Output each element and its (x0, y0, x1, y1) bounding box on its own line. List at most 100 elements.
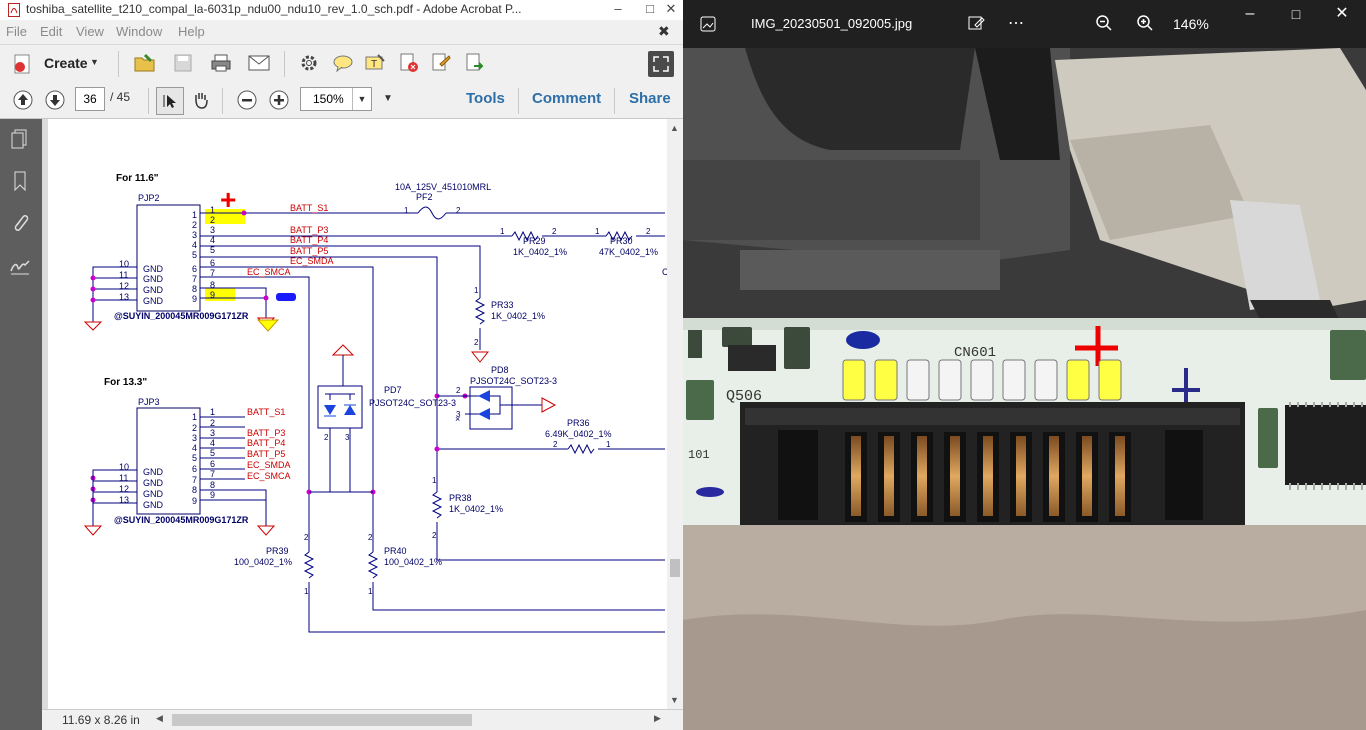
gear-icon[interactable] (296, 50, 322, 76)
pin-num: 2 (368, 533, 373, 542)
pin-num: 2 (553, 440, 558, 449)
gnd-label: GND (143, 264, 164, 274)
pin-num-out: 4 (210, 438, 215, 448)
connector-part-pjp2: @SUYIN_200045MR009G171ZR (114, 311, 249, 321)
open-folder-icon[interactable] (132, 50, 158, 76)
pin-num: 1 (500, 227, 505, 236)
gnd-label: GND (143, 296, 164, 306)
pin-num: 1 (368, 587, 373, 596)
horizontal-scroll-thumb[interactable] (172, 714, 472, 726)
document-close-icon[interactable]: ✖ (658, 23, 670, 40)
minimize-button[interactable]: – (600, 0, 636, 20)
document-view[interactable]: For 11.6" PJP2 + 1 2 3 4 5 6 7 8 9 1 2 3… (42, 119, 667, 709)
comment-icon[interactable] (330, 50, 356, 76)
zoom-out-icon[interactable] (1093, 14, 1115, 34)
bookmarks-icon[interactable] (8, 169, 32, 193)
pin-num-out: 3 (210, 225, 215, 235)
scroll-down-icon[interactable]: ▼ (670, 695, 679, 705)
zoom-select[interactable]: 150% ▼ (300, 87, 372, 111)
chevron-down-icon[interactable]: ▼ (352, 88, 371, 110)
pjp3-net-labels: BATT_S1 BATT_P3 BATT_P4 BATT_P5 EC_SMDA … (247, 407, 291, 481)
email-icon[interactable] (246, 50, 272, 76)
next-page-icon[interactable] (42, 87, 68, 113)
create-button[interactable]: Create (44, 55, 88, 71)
fullscreen-icon[interactable] (648, 51, 674, 77)
pin-num: 8 (192, 485, 197, 495)
menu-view[interactable]: View (76, 24, 104, 39)
minimize-button[interactable]: – (1239, 4, 1261, 24)
maximize-button[interactable]: □ (1285, 4, 1307, 24)
resistor-ref: PR40 (384, 546, 407, 556)
acrobat-title-bar: toshiba_satellite_t210_compal_la-6031p_n… (0, 0, 683, 20)
zoom-in-icon[interactable] (1134, 14, 1156, 34)
pin-num-out: 5 (210, 448, 215, 458)
gnd-label: GND (143, 500, 164, 510)
toolbar-options-icon[interactable]: ▼ (383, 93, 393, 104)
pin-num: 3 (345, 433, 350, 442)
pin-num: 2 (304, 533, 309, 542)
window-title: toshiba_satellite_t210_compal_la-6031p_n… (26, 2, 522, 16)
resistor-ref: PR29 (523, 236, 546, 246)
pdf-file-icon (8, 3, 20, 17)
print-icon[interactable] (208, 50, 234, 76)
diode-part: PJSOT24C_SOT23-3 (470, 376, 557, 386)
fuse-part: 10A_125V_451010MRL (395, 182, 491, 192)
photo-filename: IMG_20230501_092005.jpg (751, 16, 913, 31)
pin-num-out: 1 (210, 407, 215, 417)
circuit-board-photo: Q506 CN601 101 (683, 48, 1366, 730)
resistor-ref: PR36 (567, 418, 590, 428)
section-title-11-6: For 11.6" (116, 173, 159, 184)
ground-highlight (256, 319, 280, 332)
vertical-scrollbar[interactable]: ▲ ▼ (667, 119, 683, 709)
edit-image-icon[interactable] (965, 14, 987, 34)
attachments-icon[interactable] (8, 211, 32, 235)
page-number-input[interactable]: 36 (75, 87, 105, 111)
menu-help[interactable]: Help (178, 24, 205, 39)
hand-tool-icon[interactable] (188, 87, 214, 113)
menu-file[interactable]: File (6, 24, 27, 39)
zoom-in-icon[interactable] (266, 87, 292, 113)
scroll-thumb[interactable] (670, 559, 680, 577)
menu-edit[interactable]: Edit (40, 24, 62, 39)
scroll-left-icon[interactable]: ◀ (156, 713, 163, 724)
select-tool-icon[interactable] (156, 87, 184, 115)
connector-contacts (842, 359, 1122, 401)
diode-pd7 (317, 385, 363, 429)
blue-mark (276, 293, 296, 301)
export-icon[interactable] (462, 50, 488, 76)
menu-window[interactable]: Window (116, 24, 162, 39)
scroll-right-icon[interactable]: ▶ (654, 713, 661, 724)
menu-bar: File Edit View Window Help ✖ (0, 22, 683, 42)
toolbar-separator (518, 88, 519, 114)
pin-num: 2 (646, 227, 651, 236)
resistor-ref: PR30 (610, 236, 633, 246)
pin-num-out: 8 (210, 480, 215, 490)
pin-num-out: 3 (210, 428, 215, 438)
tools-pane-button[interactable]: Tools (466, 90, 505, 107)
connector-ref-pjp3: PJP3 (138, 397, 160, 407)
sign-icon[interactable] (428, 50, 454, 76)
share-pane-button[interactable]: Share (629, 90, 671, 107)
pin-num: 3 (192, 230, 197, 240)
page-thumbnails-icon[interactable] (8, 127, 32, 151)
silk-label: 101 (688, 448, 710, 462)
previous-page-icon[interactable] (10, 87, 36, 113)
save-icon[interactable] (170, 50, 196, 76)
photo-view[interactable]: Q506 CN601 101 (683, 48, 1366, 730)
diode-ref: PD7 (384, 385, 402, 395)
more-options-icon[interactable]: ⋯ (1005, 14, 1027, 34)
gnd-label: GND (143, 489, 164, 499)
highlight-text-icon[interactable]: T (362, 50, 388, 76)
create-dropdown-icon[interactable]: ▼ (90, 57, 99, 67)
net-label: BATT_P3 (290, 225, 328, 235)
pin-num: 2 (432, 531, 437, 540)
scroll-up-icon[interactable]: ▲ (670, 123, 679, 133)
delete-page-icon[interactable] (396, 50, 422, 76)
zoom-out-icon[interactable] (234, 87, 260, 113)
signatures-icon[interactable] (8, 253, 32, 277)
close-button[interactable]: ✕ (1331, 4, 1353, 24)
connector-label: CN601 (954, 345, 996, 361)
close-button[interactable]: ✕ (653, 0, 683, 20)
comment-pane-button[interactable]: Comment (532, 90, 601, 107)
create-icon[interactable] (10, 51, 36, 77)
